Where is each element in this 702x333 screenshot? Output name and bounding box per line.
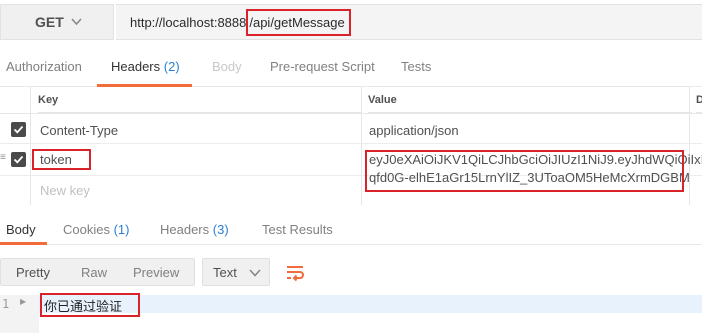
tab-authorization[interactable]: Authorization <box>6 59 82 74</box>
wrap-lines-icon[interactable] <box>279 258 311 286</box>
fold-arrow-icon[interactable]: ▶ <box>20 297 26 306</box>
view-pretty-button[interactable]: Pretty <box>16 265 50 280</box>
request-tabs: Authorization Headers (2) Body Pre-reque… <box>0 44 702 87</box>
column-header-description: D <box>696 87 702 113</box>
token-value-highlight <box>365 150 684 192</box>
active-response-tab-indicator <box>0 242 47 245</box>
url-path-highlight: /api/getMessage <box>246 8 351 36</box>
response-toolbar: Pretty Raw Preview Text <box>0 253 702 291</box>
tab-pre-request-script[interactable]: Pre-request Script <box>270 59 375 74</box>
check-icon <box>13 125 24 134</box>
tab-response-headers[interactable]: Headers (3) <box>160 222 229 237</box>
tab-response-body[interactable]: Body <box>6 222 36 237</box>
tab-headers[interactable]: Headers (2) <box>111 59 180 74</box>
table-row: Content-Type application/json <box>0 114 702 144</box>
tab-tests[interactable]: Tests <box>401 59 431 74</box>
url-input[interactable]: http://localhost:8888/api/getMessage <box>116 4 702 40</box>
view-mode-group: Pretty Raw Preview <box>0 258 195 286</box>
header-key[interactable]: Content-Type <box>40 123 118 138</box>
headers-count: (2) <box>163 59 180 74</box>
header-value[interactable]: application/json <box>369 123 459 138</box>
column-header-value: Value <box>368 87 692 113</box>
view-preview-button[interactable]: Preview <box>133 265 179 280</box>
check-icon <box>13 155 24 164</box>
url-host: http://localhost:8888 <box>130 14 247 30</box>
response-text-highlight <box>40 293 140 317</box>
row-checkbox[interactable] <box>11 122 26 137</box>
format-label: Text <box>213 265 237 280</box>
column-header-key: Key <box>38 87 362 113</box>
chevron-down-icon <box>71 18 82 26</box>
url-bar: GET http://localhost:8888/api/getMessage <box>0 0 702 44</box>
view-raw-button[interactable]: Raw <box>81 265 107 280</box>
new-key-input[interactable]: New key <box>40 183 90 198</box>
tab-cookies[interactable]: Cookies (1) <box>63 222 129 237</box>
line-gutter: 1 ▶ <box>0 295 39 333</box>
chevron-down-icon <box>249 269 261 277</box>
row-checkbox[interactable] <box>11 152 26 167</box>
tab-test-results[interactable]: Test Results <box>262 222 333 237</box>
response-tabs: Body Cookies (1) Headers (3) Test Result… <box>0 211 702 245</box>
format-select[interactable]: Text <box>202 258 270 286</box>
tab-body[interactable]: Body <box>212 59 242 74</box>
token-key-highlight <box>32 149 91 170</box>
method-label: GET <box>35 14 64 30</box>
line-number: 1 <box>2 297 10 311</box>
drag-handle-icon[interactable]: ≡ <box>0 153 7 163</box>
method-select[interactable]: GET <box>0 4 114 40</box>
